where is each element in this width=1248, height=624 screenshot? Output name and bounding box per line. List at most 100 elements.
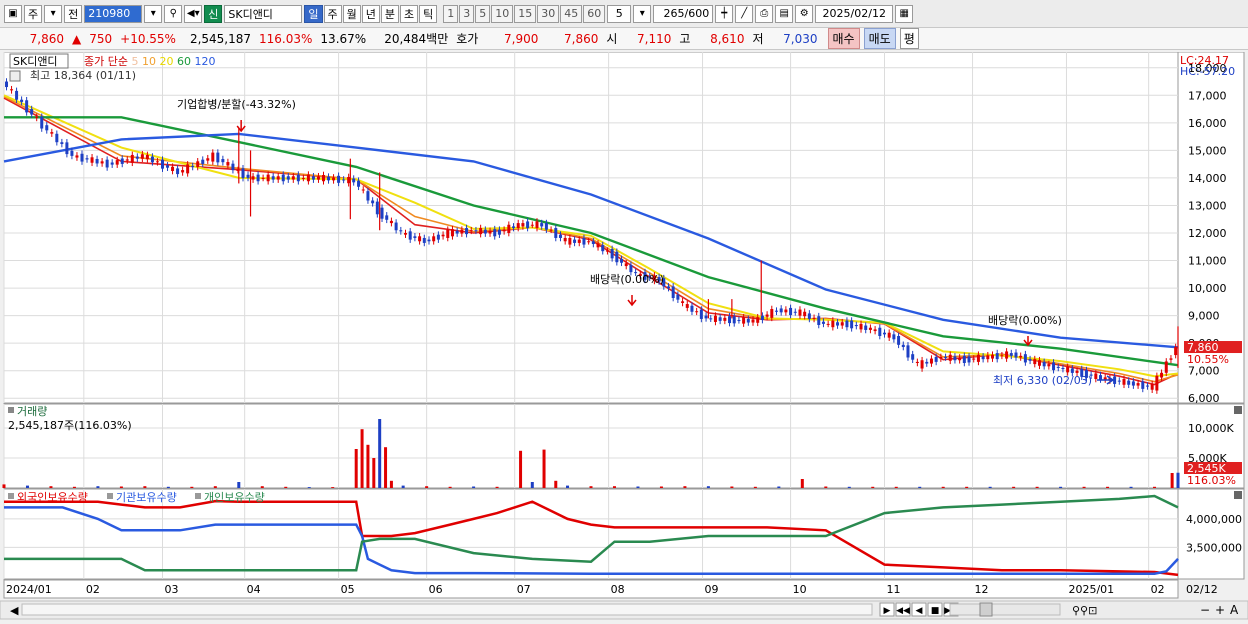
- range-slider[interactable]: [949, 603, 1061, 616]
- interval-tab[interactable]: 3: [459, 4, 475, 23]
- candle: [915, 361, 919, 363]
- interval-tab[interactable]: 60: [583, 4, 606, 23]
- candle: [474, 230, 478, 232]
- panel-close-icon[interactable]: [1234, 406, 1242, 414]
- candle: [582, 237, 586, 245]
- save-icon[interactable]: ▤: [775, 4, 794, 23]
- candle: [859, 323, 863, 330]
- candle: [953, 356, 957, 361]
- candle: [1127, 380, 1131, 385]
- interval-tab[interactable]: 1: [443, 4, 459, 23]
- candle: [596, 243, 600, 248]
- candle: [568, 237, 572, 245]
- volume-bar: [847, 486, 851, 488]
- code-dropdown-icon[interactable]: ▾: [144, 4, 163, 23]
- print-icon[interactable]: ⎙: [755, 4, 774, 23]
- holding-legend-0: 외국인보유수량: [17, 491, 88, 504]
- candle: [352, 178, 356, 183]
- candle: [864, 325, 868, 330]
- x-tick-label: 10: [793, 583, 807, 596]
- period-tab[interactable]: 주: [323, 4, 342, 23]
- candle: [404, 233, 408, 235]
- candle: [1136, 383, 1140, 386]
- min-price-label: 최저 6,330 (02/03): [993, 374, 1092, 387]
- search-icon[interactable]: ⚲: [164, 4, 183, 23]
- eval-button[interactable]: 평: [899, 28, 919, 49]
- candle: [911, 354, 915, 360]
- period-tab[interactable]: 분: [380, 4, 399, 23]
- playback-label: ▶: [884, 606, 891, 616]
- candle: [100, 161, 104, 164]
- current-price: 7,860: [29, 31, 64, 46]
- candle: [803, 311, 807, 317]
- candle: [115, 160, 119, 165]
- candle: [90, 157, 94, 163]
- candle: [897, 336, 901, 345]
- candle: [986, 355, 990, 360]
- chart-svg[interactable]: 18,00017,00016,00015,00014,00013,00012,0…: [0, 51, 1248, 621]
- panel-close-icon[interactable]: [1234, 491, 1242, 499]
- volume-bar: [612, 486, 616, 488]
- candle: [1174, 347, 1178, 356]
- range-slider-handle[interactable]: [979, 602, 993, 617]
- price-change: 750: [89, 31, 113, 46]
- candle: [95, 158, 99, 164]
- candle: [1099, 375, 1103, 380]
- candle: [316, 176, 320, 180]
- candle: [332, 177, 336, 181]
- custom-interval-input[interactable]: 5: [607, 4, 632, 23]
- candle: [826, 323, 830, 325]
- candle: [130, 154, 134, 163]
- volume-bar: [1035, 486, 1039, 488]
- calendar-icon[interactable]: ▦: [895, 4, 914, 23]
- period-tab[interactable]: 일: [304, 4, 323, 23]
- period-tab[interactable]: 초: [400, 4, 419, 23]
- chevron-down-icon[interactable]: ▾: [44, 4, 63, 23]
- volume-bar: [1153, 486, 1157, 488]
- interval-tab[interactable]: 30: [537, 4, 560, 23]
- y-tick-label: 12,000: [1188, 227, 1227, 240]
- period-tab[interactable]: 월: [342, 4, 361, 23]
- candle: [573, 239, 577, 243]
- candle: [469, 230, 473, 232]
- candle: [25, 100, 29, 113]
- date-input[interactable]: 2025/02/12: [815, 4, 894, 23]
- interval-tab[interactable]: 45: [560, 4, 583, 23]
- period-type-select[interactable]: 주: [24, 4, 43, 23]
- candle: [1023, 354, 1027, 363]
- candle: [746, 318, 750, 323]
- zoom-tools-icon: ⚲⚲⊡: [1072, 604, 1097, 617]
- sell-button[interactable]: 매도: [863, 28, 896, 49]
- interval-tab[interactable]: 15: [514, 4, 537, 23]
- panel-3: [3, 488, 1179, 580]
- chart-area[interactable]: 18,000 17,000 16,000 15,000 14,000 13,000 12,0…: [0, 51, 1248, 621]
- window-icon[interactable]: ▣: [4, 4, 22, 23]
- y-tick-label: 6,000: [1188, 392, 1220, 405]
- volume-bar: [2, 484, 6, 488]
- trade-amount: 20,484백만: [384, 32, 449, 46]
- candle: [266, 174, 270, 182]
- period-tab[interactable]: 틱: [419, 4, 438, 23]
- interval-tab[interactable]: 5: [475, 4, 491, 23]
- candle: [540, 223, 544, 227]
- scrollbar-track[interactable]: [21, 603, 873, 616]
- interval-tab[interactable]: 10: [491, 4, 514, 23]
- interval-dropdown-icon[interactable]: ▾: [633, 4, 652, 23]
- count-field[interactable]: 265/600: [653, 4, 714, 23]
- buy-button[interactable]: 매수: [827, 28, 860, 49]
- gear-icon[interactable]: ⚙: [795, 4, 814, 23]
- candle: [347, 176, 351, 184]
- candle: [558, 234, 562, 238]
- sound-icon[interactable]: ◀▾: [184, 4, 203, 23]
- period-tab[interactable]: 년: [361, 4, 380, 23]
- stock-code-input[interactable]: 210980: [84, 4, 143, 23]
- draw-tool-icon[interactable]: ╱: [735, 4, 754, 23]
- chart-settings-icon[interactable]: [9, 70, 21, 82]
- candle-icon[interactable]: ┿: [715, 4, 734, 23]
- stock-name-field[interactable]: SK디앤디: [224, 4, 303, 23]
- volume-bar: [918, 486, 922, 488]
- candle: [479, 228, 483, 235]
- last-volume-pct: 116.03%: [1187, 474, 1236, 487]
- candle: [544, 223, 548, 230]
- market-select[interactable]: 전: [64, 4, 83, 23]
